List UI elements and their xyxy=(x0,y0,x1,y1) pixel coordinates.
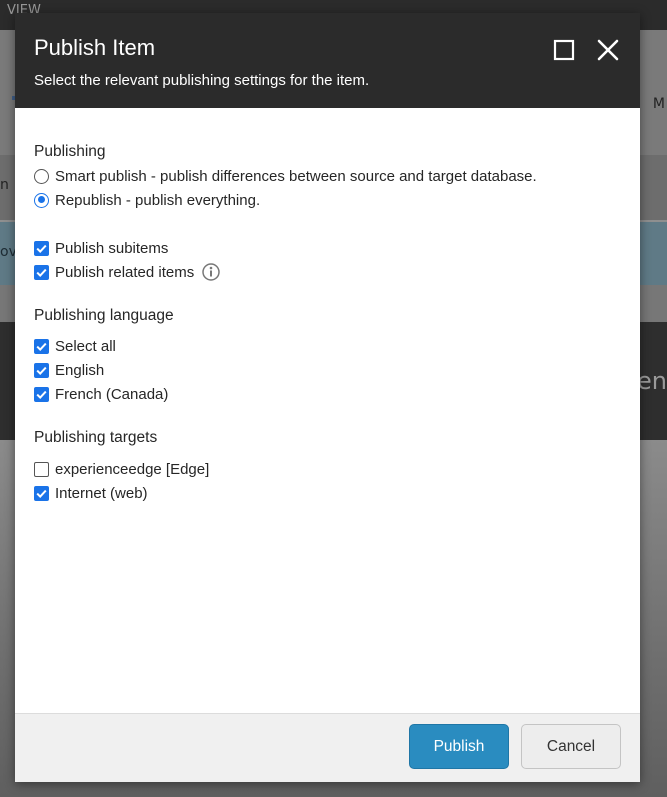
experienceedge-label: experienceedge [Edge] xyxy=(55,460,210,478)
publish-subitems-checkbox[interactable] xyxy=(34,240,49,256)
dialog-body: Publishing Smart publish - publish diffe… xyxy=(15,108,640,713)
publish-related-option[interactable]: Publish related items xyxy=(34,262,220,282)
dialog-title: Publish Item xyxy=(34,35,156,60)
close-icon[interactable] xyxy=(595,37,621,63)
language-select-all-option[interactable]: Select all xyxy=(34,336,116,356)
publish-related-label: Publish related items xyxy=(55,263,195,281)
republish-option[interactable]: Republish - publish everything. xyxy=(34,190,260,210)
banner-edge-text: en xyxy=(637,367,667,395)
select-all-checkbox[interactable] xyxy=(34,338,49,354)
french-canada-checkbox[interactable] xyxy=(34,386,49,402)
french-canada-label: French (Canada) xyxy=(55,385,169,403)
smart-publish-radio[interactable] xyxy=(34,168,49,184)
dialog-subtitle: Select the relevant publishing settings … xyxy=(34,72,370,89)
target-experienceedge-option[interactable]: experienceedge [Edge] xyxy=(34,459,209,479)
select-all-label: Select all xyxy=(55,337,116,355)
cancel-button[interactable]: Cancel xyxy=(521,724,621,769)
smart-publish-option[interactable]: Smart publish - publish differences betw… xyxy=(34,166,537,186)
english-checkbox[interactable] xyxy=(34,362,49,378)
maximize-icon[interactable] xyxy=(551,37,577,63)
targets-section-title: Publishing targets xyxy=(34,429,158,446)
ribbon-edge-text: M xyxy=(652,96,665,112)
republish-radio[interactable] xyxy=(34,192,49,208)
publish-item-dialog: Publish Item Select the relevant publish… xyxy=(15,13,640,782)
internet-web-checkbox[interactable] xyxy=(34,485,49,501)
publish-subitems-label: Publish subitems xyxy=(55,239,169,257)
publishing-section-title: Publishing xyxy=(34,143,106,160)
dialog-footer: Publish Cancel xyxy=(15,713,640,782)
publish-related-checkbox[interactable] xyxy=(34,264,49,280)
language-english-option[interactable]: English xyxy=(34,360,104,380)
republish-label: Republish - publish everything. xyxy=(55,191,261,209)
info-icon[interactable] xyxy=(202,263,220,281)
dialog-header: Publish Item Select the relevant publish… xyxy=(15,13,640,108)
publish-subitems-option[interactable]: Publish subitems xyxy=(34,238,168,258)
internet-web-label: Internet (web) xyxy=(55,484,148,502)
strip-edge-text: n xyxy=(0,177,9,193)
smart-publish-label: Smart publish - publish differences betw… xyxy=(55,167,537,185)
language-section-title: Publishing language xyxy=(34,307,174,324)
publish-button[interactable]: Publish xyxy=(409,724,509,769)
target-internet-option[interactable]: Internet (web) xyxy=(34,483,148,503)
experienceedge-checkbox[interactable] xyxy=(34,461,49,477)
language-french-option[interactable]: French (Canada) xyxy=(34,384,168,404)
english-label: English xyxy=(55,361,105,379)
